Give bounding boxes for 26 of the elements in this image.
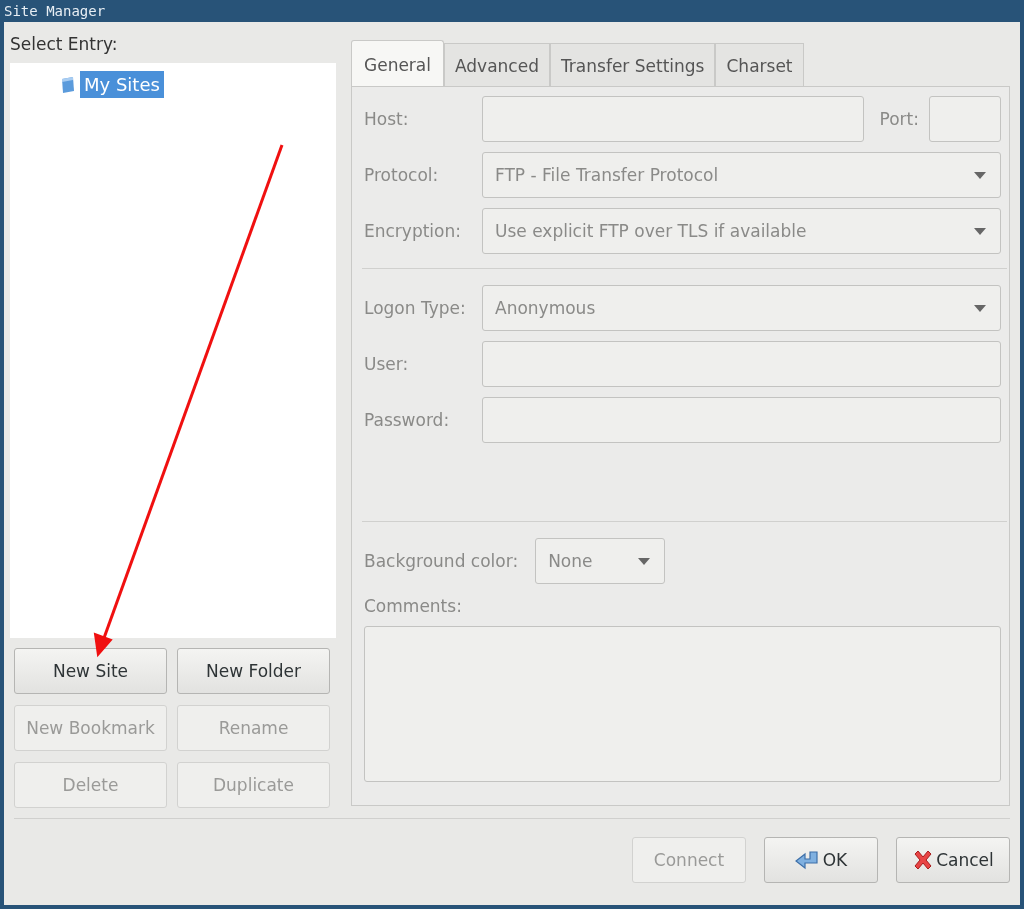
- caret-icon: [974, 304, 986, 312]
- tree-item[interactable]: My Sites: [80, 71, 164, 98]
- action-button[interactable]: New Folder: [177, 648, 330, 694]
- action-button[interactable]: New Site: [14, 648, 167, 694]
- window-title: Site Manager: [4, 3, 106, 19]
- cancel-button[interactable]: Cancel: [896, 837, 1010, 883]
- field-label: Background color:: [364, 551, 519, 571]
- select-entry-label: Select Entry:: [10, 34, 119, 54]
- tab[interactable]: General: [351, 40, 444, 86]
- field-label: Protocol:: [364, 165, 440, 185]
- field-label: Password:: [364, 410, 451, 430]
- caret-icon: [638, 557, 651, 565]
- tab[interactable]: Advanced: [444, 43, 550, 86]
- field-label: Comments:: [364, 596, 463, 616]
- caret-icon: [974, 171, 986, 179]
- ok-button[interactable]: OK: [764, 837, 878, 883]
- caret-icon: [974, 227, 986, 235]
- field-label: User:: [364, 354, 410, 374]
- field-label: Encryption:: [364, 221, 462, 241]
- field-label: Host:: [364, 109, 410, 129]
- tab[interactable]: Charset: [715, 43, 804, 86]
- field-label: Logon Type:: [364, 298, 467, 318]
- field-label: Port:: [879, 109, 919, 129]
- folder-icon: [60, 75, 76, 94]
- return-arrow-icon: [794, 850, 821, 870]
- tab[interactable]: Transfer Settings: [550, 43, 716, 86]
